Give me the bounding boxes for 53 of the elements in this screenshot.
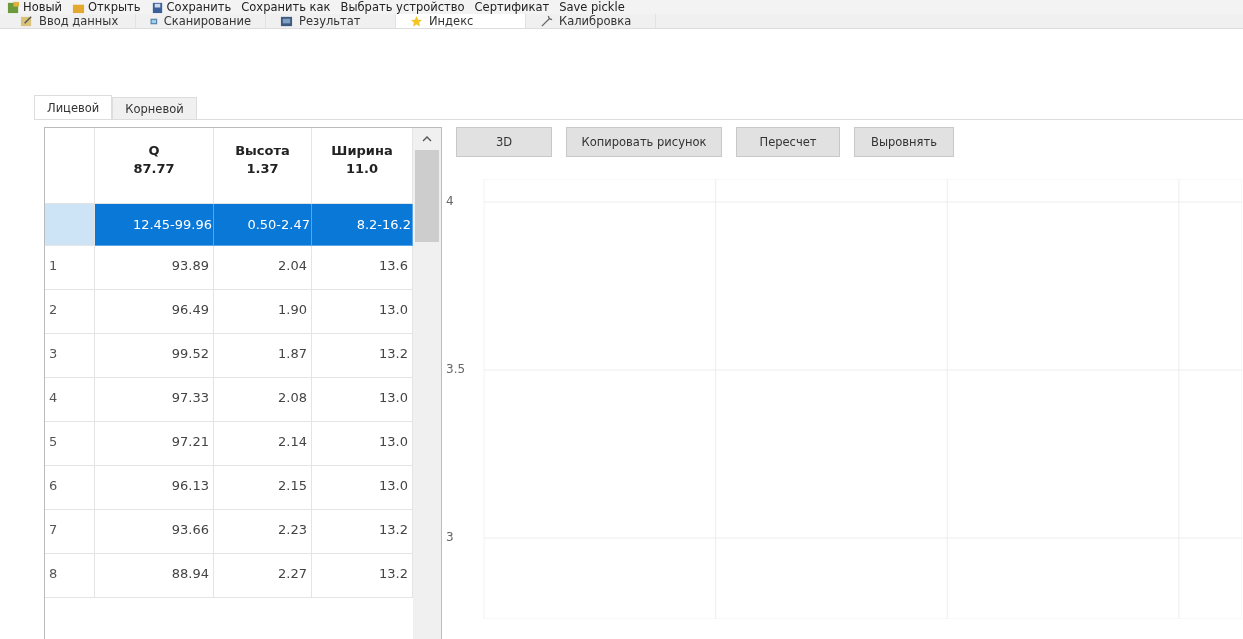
toolbar-button[interactable]: Выбрать устройство <box>335 0 470 14</box>
tab[interactable]: Лицевой <box>34 95 113 119</box>
table-cell: 1.87 <box>214 334 312 378</box>
table-cell: 96.13 <box>95 466 214 510</box>
table-cell: 97.21 <box>95 422 214 466</box>
tab[interactable]: Индекс <box>396 14 526 28</box>
table-cell: 2.14 <box>214 422 312 466</box>
toolbar-button[interactable]: Открыть <box>67 0 146 14</box>
toolbar-button[interactable]: Копировать рисунок <box>566 127 722 157</box>
table-cell: 97.33 <box>95 378 214 422</box>
scroll-up-icon[interactable] <box>422 135 432 143</box>
axis-tick-label: 4 <box>446 194 454 208</box>
table-cell: 12.45-99.96 <box>95 204 214 246</box>
table-cell: 2.15 <box>214 466 312 510</box>
toolbar-button[interactable]: 3D <box>456 127 552 157</box>
table-cell: 99.52 <box>95 334 214 378</box>
toolbar-button[interactable]: Сохранить <box>145 0 237 14</box>
table-cell: 2.04 <box>214 246 312 290</box>
row-number: 6 <box>45 466 95 510</box>
axis-tick-label: 3 <box>446 530 454 544</box>
row-number: 1 <box>45 246 95 290</box>
star-icon <box>410 14 423 28</box>
table-cell: 93.66 <box>95 510 214 554</box>
row-number: 2 <box>45 290 95 334</box>
scrollbar[interactable] <box>413 128 441 639</box>
row-number: 7 <box>45 510 95 554</box>
wand-icon <box>540 14 553 28</box>
document-icon <box>7 0 20 14</box>
table-cell: 0.50-2.47 <box>214 204 312 246</box>
table-cell: 88.94 <box>95 554 214 598</box>
screen-icon <box>280 14 293 28</box>
row-number: 5 <box>45 422 95 466</box>
toolbar-button[interactable]: Сертификат <box>469 0 555 14</box>
row-header[interactable] <box>45 204 95 246</box>
table-cell: 2.23 <box>214 510 312 554</box>
table-cell: 2.08 <box>214 378 312 422</box>
row-number: 3 <box>45 334 95 378</box>
toolbar-button[interactable]: Save pickle <box>554 0 630 14</box>
table-cell: 8.2-16.2 <box>312 204 413 246</box>
table-cell: 2.27 <box>214 554 312 598</box>
toolbar-button[interactable]: Пересчет <box>736 127 840 157</box>
row-number: 4 <box>45 378 95 422</box>
toolbar-button[interactable]: Новый <box>2 0 67 14</box>
toolbar-button[interactable]: Выровнять <box>854 127 954 157</box>
table-cell: 93.89 <box>95 246 214 290</box>
row-number: 8 <box>45 554 95 598</box>
table-cell: 1.90 <box>214 290 312 334</box>
tab[interactable]: Корневой <box>112 97 197 119</box>
toolbar-button[interactable]: Сохранить как <box>236 0 336 14</box>
scrollbar-thumb[interactable] <box>415 150 439 242</box>
notepad-icon <box>20 14 33 28</box>
axis-tick-label: 3.5 <box>446 362 466 376</box>
table-cell: 96.49 <box>95 290 214 334</box>
